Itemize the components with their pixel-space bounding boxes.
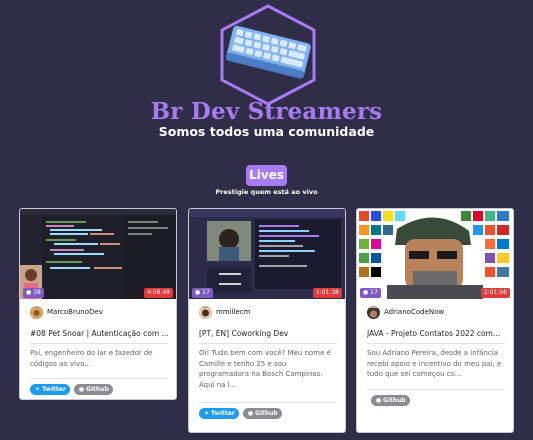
stream-card[interactable]: ● 38 4:08:49 MarcoBrunoDev #08 Pet Snoar… bbox=[19, 208, 177, 400]
github-button[interactable]: ● Github bbox=[74, 384, 113, 395]
viewer-count-badge: ● 17 bbox=[360, 288, 381, 298]
author-name[interactable]: MarcoBrunoDev bbox=[47, 308, 103, 316]
divider bbox=[30, 343, 168, 344]
site-title: Br Dev Streamers bbox=[150, 98, 383, 125]
keyboard-hexagon-logo bbox=[220, 4, 316, 106]
stream-thumbnail[interactable] bbox=[20, 209, 176, 299]
live-time-badge: 4:08:49 bbox=[143, 288, 173, 298]
twitter-button[interactable]: ✦ Twitter bbox=[30, 384, 70, 395]
github-button[interactable]: ● Github bbox=[243, 408, 282, 419]
twitter-bird-icon: ✦ bbox=[203, 410, 210, 417]
twitter-bird-icon: ✦ bbox=[34, 386, 41, 393]
site-subtitle: Somos todos uma comunidade bbox=[158, 124, 375, 139]
github-octocat-icon: ● bbox=[247, 410, 254, 417]
live-time-badge: 1:01:38 bbox=[312, 288, 342, 298]
avatar bbox=[199, 306, 212, 319]
stream-title[interactable]: [PT, EN] Coworking Dev bbox=[199, 329, 339, 338]
author-name[interactable]: AdrianoCodeNow bbox=[384, 308, 444, 316]
divider bbox=[199, 402, 337, 403]
divider bbox=[367, 389, 505, 390]
github-octocat-icon: ● bbox=[78, 386, 85, 393]
stream-title[interactable]: JAVA - Projeto Contatos 2022 com... bbox=[367, 329, 507, 338]
stream-card[interactable]: ● 17 1:01:38 mmillecm [PT, EN] Coworking… bbox=[188, 208, 346, 433]
lives-subtitle: Prestigie quem está ao vivo bbox=[215, 188, 318, 196]
github-octocat-icon: ● bbox=[375, 397, 382, 404]
stream-description: Sou Adriano Pereira, desde a infância re… bbox=[367, 349, 502, 378]
avatar bbox=[30, 306, 43, 319]
stream-title[interactable]: #08 Pet Snoar | Autenticação com ... bbox=[30, 329, 170, 338]
stream-description: Oi! Tudo bem com você? Meu nome é Camill… bbox=[199, 349, 331, 389]
author-name[interactable]: mmillecm bbox=[216, 308, 250, 316]
stream-description: Pai, engenheiro do lar e fazedor de códi… bbox=[30, 349, 153, 368]
stream-thumbnail[interactable] bbox=[189, 209, 345, 299]
lives-badge: Lives bbox=[246, 165, 287, 186]
viewer-count-badge: ● 17 bbox=[192, 288, 213, 298]
github-button[interactable]: ● Github bbox=[371, 395, 410, 406]
divider bbox=[30, 378, 168, 379]
avatar bbox=[367, 306, 380, 319]
stream-thumbnail[interactable] bbox=[357, 209, 513, 299]
divider bbox=[367, 343, 505, 344]
stream-card[interactable]: ● 17 2:01:56 AdrianoCodeNow JAVA - Proje… bbox=[356, 208, 514, 433]
twitter-button[interactable]: ✦ Twitter bbox=[199, 408, 239, 419]
viewer-count-badge: ● 38 bbox=[23, 288, 44, 298]
live-time-badge: 2:01:56 bbox=[480, 288, 510, 298]
divider bbox=[199, 343, 337, 344]
